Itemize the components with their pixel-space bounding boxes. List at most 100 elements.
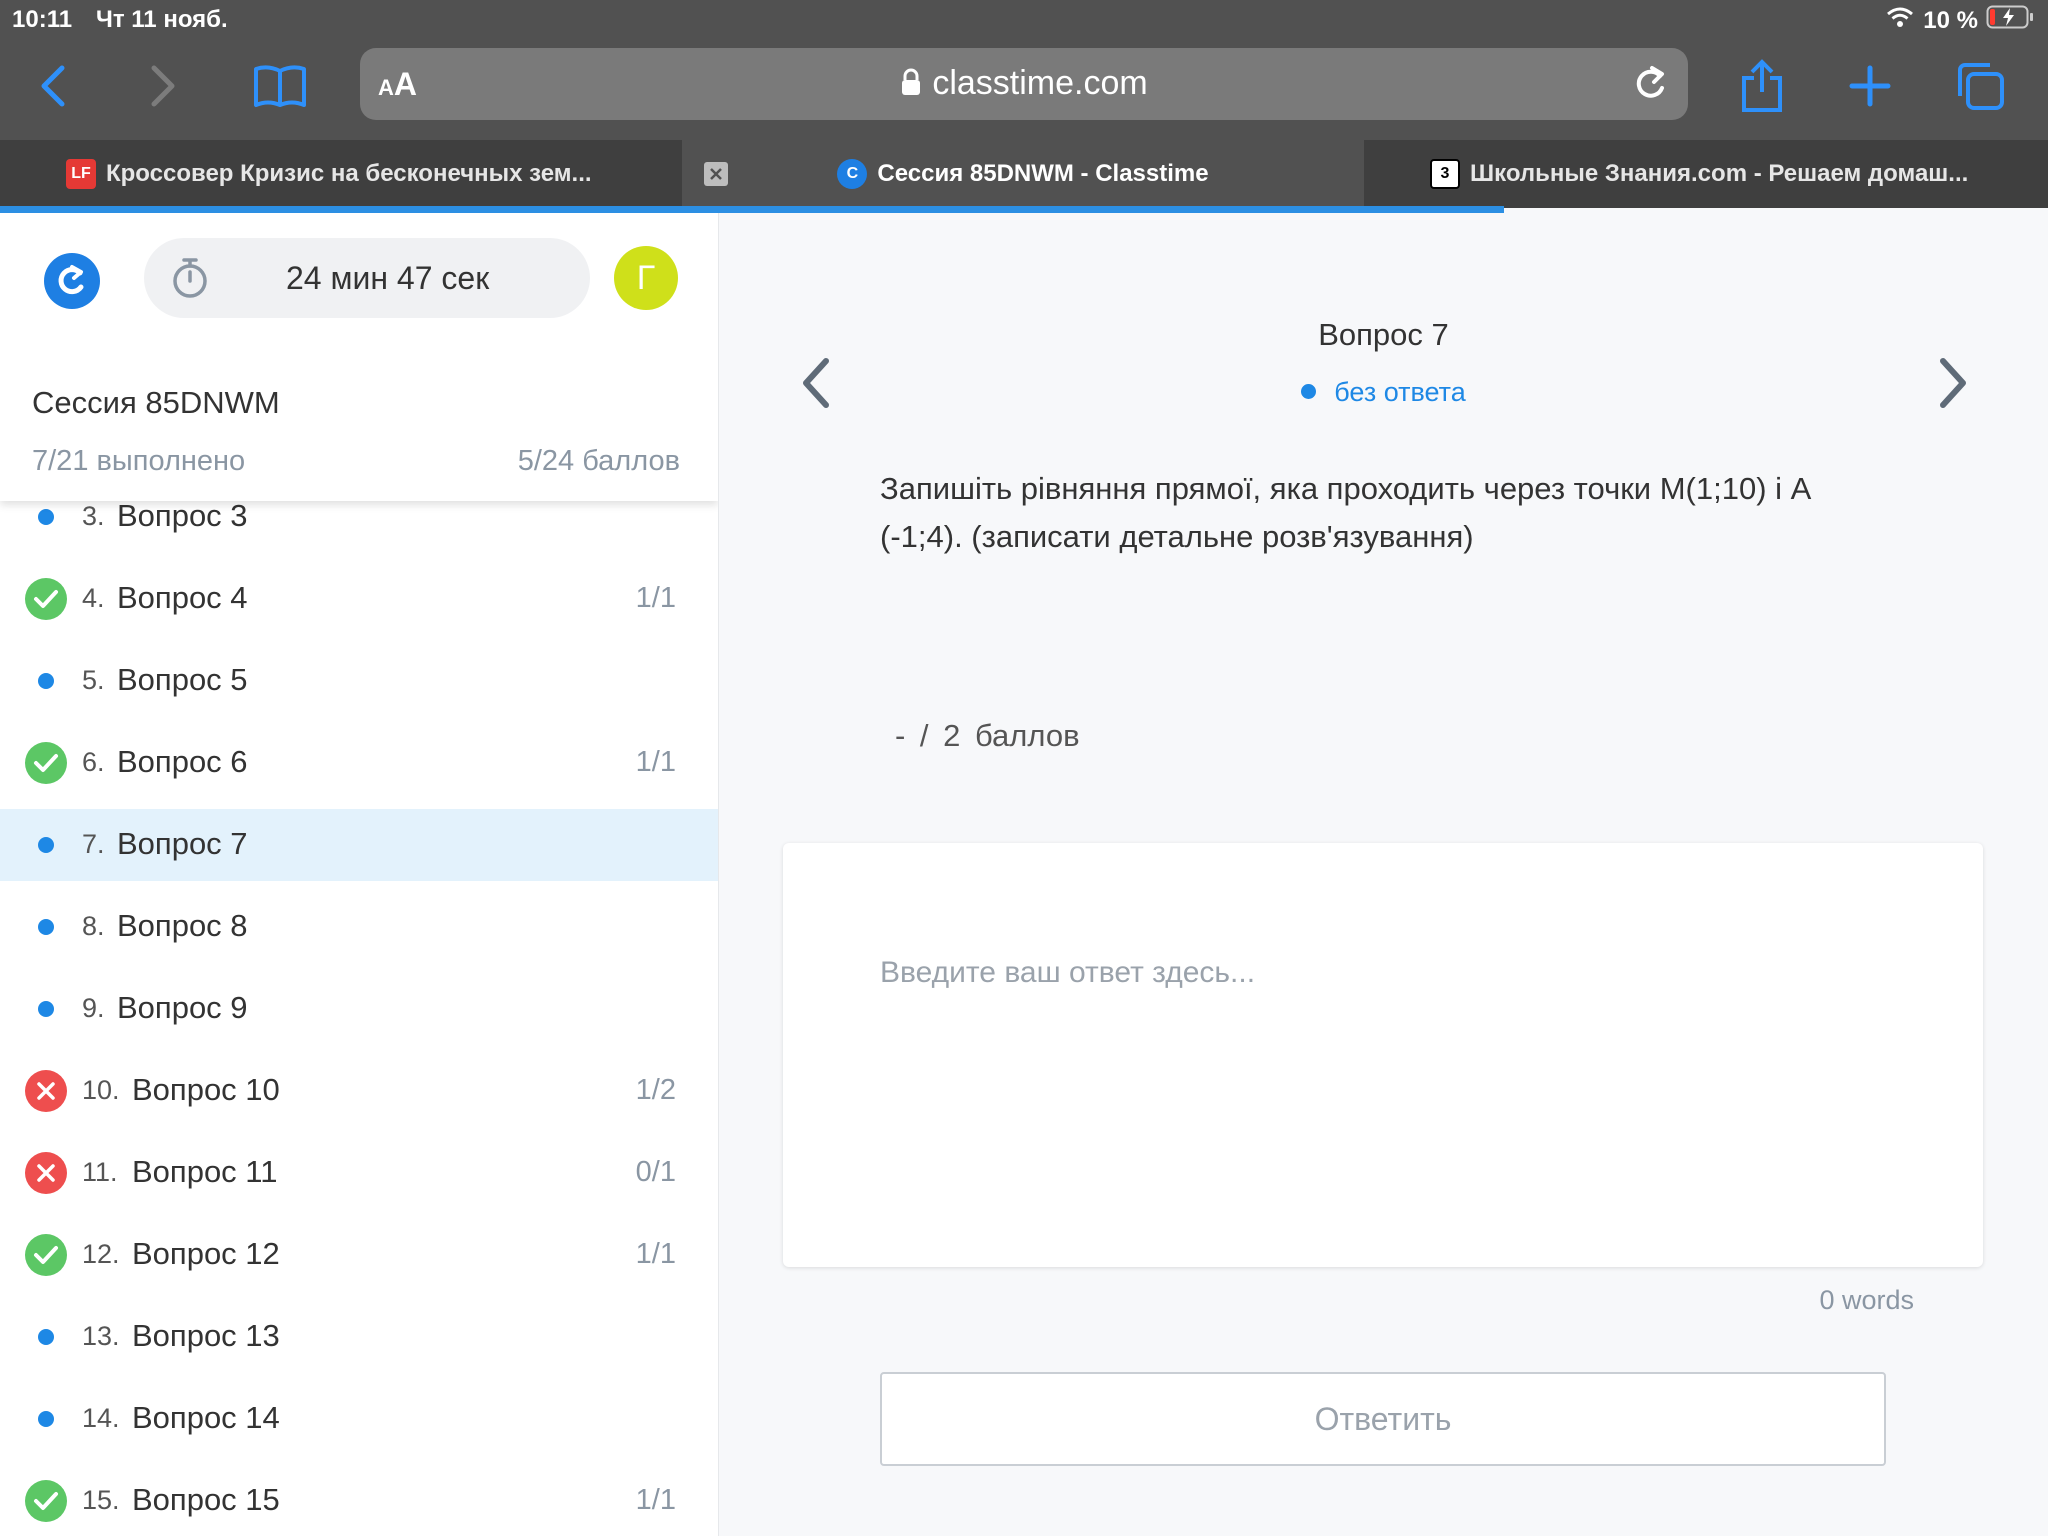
question-number: 8. bbox=[82, 911, 105, 941]
reload-icon[interactable] bbox=[1630, 62, 1670, 111]
timer-text: 24 мин 47 сек bbox=[286, 260, 490, 296]
question-number: 14. bbox=[82, 1403, 120, 1433]
question-score: 0/1 bbox=[635, 1156, 676, 1188]
sidebar-question-item[interactable]: 5. Вопрос 5 bbox=[0, 645, 718, 717]
sidebar-question-item[interactable]: 12. Вопрос 12 1/1 bbox=[0, 1219, 718, 1291]
battery-icon bbox=[1986, 4, 2034, 37]
question-label: Вопрос 11 bbox=[132, 1154, 278, 1189]
question-number: 12. bbox=[82, 1239, 120, 1269]
sidebar: 24 мин 47 сек Г Сессия 85DNWM 7/21 выпол… bbox=[0, 213, 719, 1536]
classtime-logo-icon[interactable] bbox=[44, 253, 100, 309]
question-label: Вопрос 15 bbox=[132, 1482, 280, 1517]
question-label: Вопрос 9 bbox=[117, 990, 248, 1025]
classtime-favicon-icon: C bbox=[837, 159, 868, 189]
question-number: 3. bbox=[82, 501, 105, 531]
url-text[interactable]: classtime.com bbox=[360, 64, 1688, 103]
sidebar-question-item[interactable]: 11. Вопрос 11 0/1 bbox=[0, 1137, 718, 1209]
session-title: Сессия 85DNWM bbox=[32, 385, 280, 420]
submit-answer-button[interactable]: Ответить bbox=[880, 1372, 1886, 1466]
sidebar-question-item[interactable]: 6. Вопрос 6 1/1 bbox=[0, 727, 718, 799]
sidebar-question-item[interactable]: 8. Вопрос 8 bbox=[0, 891, 718, 963]
tab-classtime[interactable]: C Сессия 85DNWM - Classtime bbox=[682, 140, 1364, 208]
lf-favicon-icon: LF bbox=[66, 159, 96, 189]
unanswered-dot-icon bbox=[38, 509, 54, 525]
cross-icon bbox=[25, 1070, 67, 1112]
close-tab-icon[interactable] bbox=[704, 162, 728, 186]
status-date: Чт 11 нояб. bbox=[96, 6, 228, 33]
question-number: 5. bbox=[82, 665, 105, 695]
question-points: - / 2 баллов bbox=[895, 718, 1080, 753]
status-time: 10:11 bbox=[12, 6, 73, 33]
unanswered-dot-icon bbox=[38, 1329, 54, 1345]
main-panel: Вопрос 7 без ответа Запишіть рівняння пр… bbox=[719, 213, 2048, 1536]
question-number: 11. bbox=[82, 1157, 118, 1187]
sidebar-header: 24 мин 47 сек Г Сессия 85DNWM 7/21 выпол… bbox=[0, 213, 718, 501]
avatar[interactable]: Г bbox=[614, 246, 678, 310]
forward-icon[interactable] bbox=[132, 56, 192, 116]
answer-input[interactable] bbox=[783, 843, 1983, 1267]
question-label: Вопрос 4 bbox=[117, 580, 248, 615]
sidebar-question-item[interactable]: 9. Вопрос 9 bbox=[0, 973, 718, 1045]
browser-toolbar: AA classtime.com bbox=[0, 38, 2048, 140]
lock-icon bbox=[900, 64, 932, 102]
check-icon bbox=[25, 1480, 67, 1522]
timer: 24 мин 47 сек bbox=[144, 238, 590, 318]
tab-title: Школьные Знания.com - Решаем домаш... bbox=[1470, 160, 1969, 187]
wifi-icon bbox=[1885, 5, 1915, 36]
tab-bar: LF Кроссовер Кризис на бесконечных зем..… bbox=[0, 140, 2048, 208]
stopwatch-icon bbox=[170, 256, 210, 305]
question-number: 4. bbox=[82, 583, 105, 613]
unanswered-dot-icon bbox=[38, 673, 54, 689]
question-label: Вопрос 5 bbox=[117, 662, 248, 697]
question-number: 15. bbox=[82, 1485, 120, 1515]
question-label: Вопрос 10 bbox=[132, 1072, 280, 1107]
check-icon bbox=[25, 742, 67, 784]
question-number: 7. bbox=[82, 829, 105, 859]
tab-crossover[interactable]: LF Кроссовер Кризис на бесконечных зем..… bbox=[66, 140, 686, 208]
share-icon[interactable] bbox=[1732, 56, 1792, 116]
sidebar-question-item[interactable]: 4. Вопрос 4 1/1 bbox=[0, 563, 718, 635]
status-bar: 10:11 Чт 11 нояб. 10 % bbox=[0, 0, 2048, 38]
question-score: 1/2 bbox=[635, 1074, 676, 1106]
tab-title: Сессия 85DNWM - Classtime bbox=[877, 160, 1209, 187]
unanswered-dot-icon bbox=[38, 919, 54, 935]
sidebar-question-item[interactable]: 14. Вопрос 14 bbox=[0, 1383, 718, 1455]
question-number: 6. bbox=[82, 747, 105, 777]
tabs-overview-icon[interactable] bbox=[1950, 56, 2010, 116]
question-label: Вопрос 8 bbox=[117, 908, 248, 943]
sidebar-question-item[interactable]: 13. Вопрос 13 bbox=[0, 1301, 718, 1373]
question-score: 1/1 bbox=[635, 582, 676, 614]
unanswered-dot-icon bbox=[38, 837, 54, 853]
unanswered-dot-icon bbox=[38, 1411, 54, 1427]
cross-icon bbox=[25, 1152, 67, 1194]
sidebar-question-item[interactable]: 15. Вопрос 15 1/1 bbox=[0, 1465, 718, 1536]
unanswered-dot-icon bbox=[38, 1001, 54, 1017]
question-number: 9. bbox=[82, 993, 105, 1023]
question-score: 1/1 bbox=[635, 746, 676, 778]
completed-count: 7/21 выполнено bbox=[32, 445, 246, 477]
question-label: Вопрос 12 bbox=[132, 1236, 280, 1271]
tab-title: Кроссовер Кризис на бесконечных зем... bbox=[106, 160, 592, 187]
address-bar[interactable]: AA classtime.com bbox=[360, 48, 1688, 120]
word-count: 0 words bbox=[1819, 1285, 1914, 1315]
question-label: Вопрос 13 bbox=[132, 1318, 280, 1353]
check-icon bbox=[25, 578, 67, 620]
znania-favicon-icon: 3 bbox=[1430, 159, 1460, 189]
question-label: Вопрос 6 bbox=[117, 744, 248, 779]
question-number: 13. bbox=[82, 1321, 120, 1351]
tab-znania[interactable]: 3 Школьные Знания.com - Решаем домаш... bbox=[1430, 140, 2040, 208]
total-points: 5/24 баллов bbox=[517, 445, 680, 477]
question-score: 1/1 bbox=[635, 1238, 676, 1270]
question-status: без ответа bbox=[719, 377, 2048, 408]
bookmarks-icon[interactable] bbox=[250, 56, 310, 116]
status-dot bbox=[1301, 384, 1317, 400]
question-number: 10. bbox=[82, 1075, 120, 1105]
sidebar-question-item[interactable]: 10. Вопрос 10 1/2 bbox=[0, 1055, 718, 1127]
back-icon[interactable] bbox=[24, 56, 84, 116]
new-tab-icon[interactable] bbox=[1840, 56, 1900, 116]
page-load-progress bbox=[0, 206, 1504, 213]
question-label: Вопрос 14 bbox=[132, 1400, 280, 1435]
sidebar-question-item[interactable]: 7. Вопрос 7 bbox=[0, 809, 718, 881]
question-score: 1/1 bbox=[635, 1484, 676, 1516]
question-text: Запишіть рівняння прямої, яка проходить … bbox=[880, 471, 1810, 554]
